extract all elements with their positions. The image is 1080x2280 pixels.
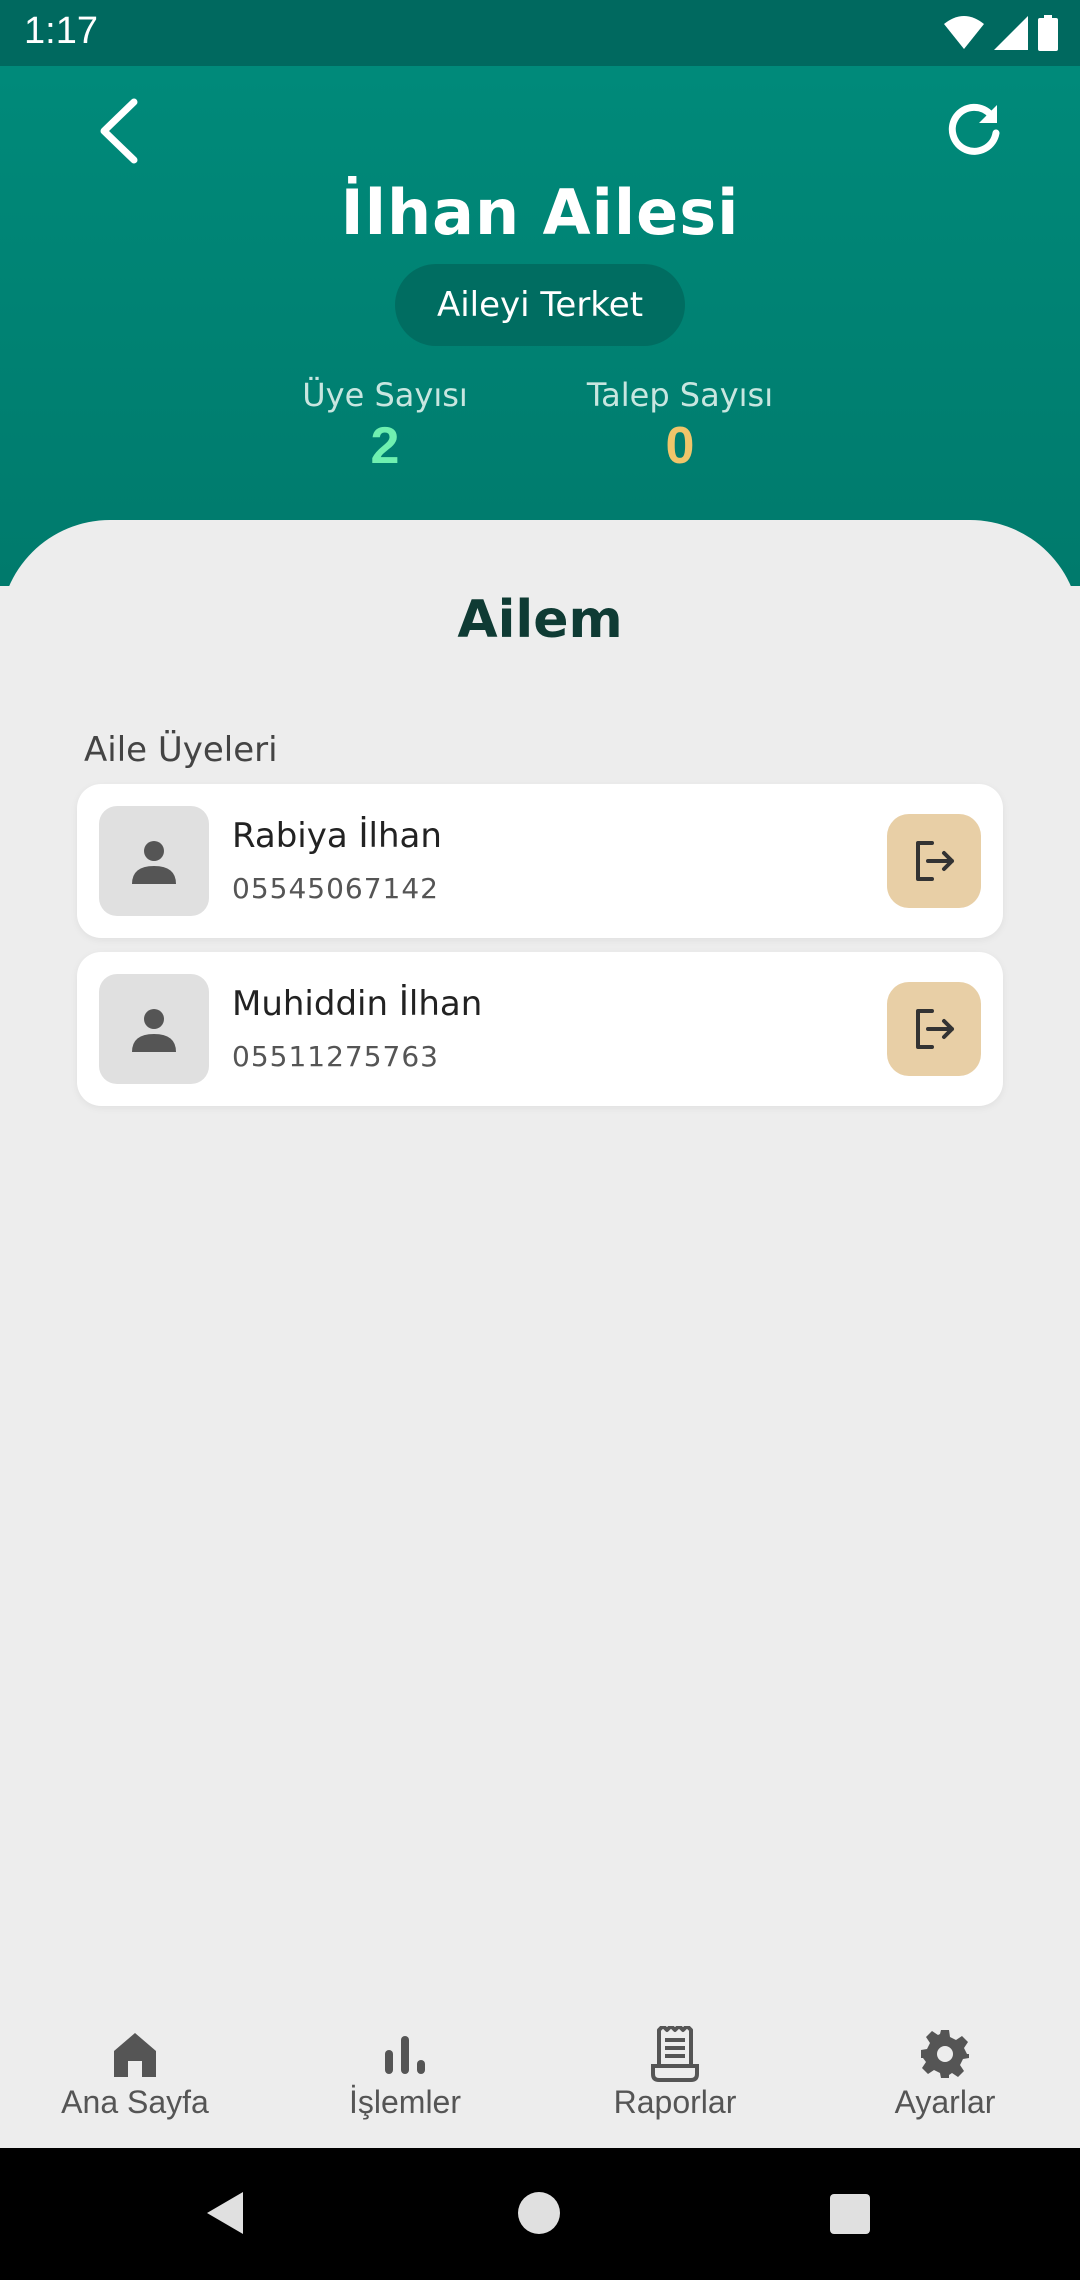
status-time: 1:17 bbox=[24, 10, 98, 52]
member-name: Rabiya İlhan bbox=[232, 816, 442, 856]
bar-chart-icon bbox=[383, 2026, 427, 2082]
app-screen: 1:17 İlhan Ailesi Aileyi Terket Üye Sayı… bbox=[0, 0, 1080, 2280]
bottom-navigation: Ana Sayfa İşlemler Raporlar Ayarlar bbox=[0, 2000, 1080, 2148]
back-button[interactable] bbox=[82, 86, 154, 176]
nav-item-transactions[interactable]: İşlemler bbox=[270, 2000, 540, 2148]
members-list-label: Aile Üyeleri bbox=[84, 730, 278, 770]
member-phone: 05545067142 bbox=[232, 872, 439, 905]
member-count-stat: Üye Sayısı 2 bbox=[285, 376, 485, 476]
nav-label-transactions: İşlemler bbox=[348, 2084, 461, 2120]
nav-item-settings[interactable]: Ayarlar bbox=[810, 2000, 1080, 2148]
system-back-button[interactable] bbox=[205, 2190, 245, 2240]
avatar bbox=[99, 806, 209, 916]
member-phone: 05511275763 bbox=[232, 1040, 439, 1073]
nav-item-home[interactable]: Ana Sayfa bbox=[0, 2000, 270, 2148]
gear-icon bbox=[919, 2026, 971, 2082]
remove-member-button[interactable] bbox=[887, 814, 981, 908]
refresh-button[interactable] bbox=[938, 94, 1010, 166]
nav-label-settings: Ayarlar bbox=[894, 2084, 996, 2120]
system-recents-button[interactable] bbox=[830, 2194, 870, 2234]
remove-member-button[interactable] bbox=[887, 982, 981, 1076]
content-panel: Ailem Aile Üyeleri Rabiya İlhan 05545067… bbox=[0, 520, 1080, 2148]
system-home-button[interactable] bbox=[518, 2192, 560, 2234]
refresh-icon bbox=[948, 103, 1000, 155]
nav-item-reports[interactable]: Raporlar bbox=[540, 2000, 810, 2148]
logout-icon bbox=[916, 841, 954, 881]
member-count-value: 2 bbox=[370, 417, 400, 475]
nav-label-reports: Raporlar bbox=[613, 2084, 737, 2120]
request-count-stat: Talep Sayısı 0 bbox=[565, 376, 795, 476]
chevron-left-icon bbox=[100, 98, 138, 164]
member-card[interactable]: Muhiddin İlhan 05511275763 bbox=[77, 952, 1003, 1106]
receipt-icon bbox=[649, 2026, 701, 2082]
avatar bbox=[99, 974, 209, 1084]
member-card[interactable]: Rabiya İlhan 05545067142 bbox=[77, 784, 1003, 938]
status-icons bbox=[944, 14, 1058, 52]
system-navigation-bar bbox=[0, 2148, 1080, 2280]
triangle-back-icon bbox=[207, 2192, 243, 2234]
member-name: Muhiddin İlhan bbox=[232, 984, 483, 1024]
section-title: Ailem bbox=[457, 590, 623, 650]
family-title: İlhan Ailesi bbox=[340, 176, 740, 249]
person-icon bbox=[132, 841, 176, 884]
nav-label-home: Ana Sayfa bbox=[61, 2084, 209, 2120]
logout-icon bbox=[916, 1009, 954, 1049]
wifi-icon bbox=[944, 16, 984, 49]
request-count-label: Talep Sayısı bbox=[586, 376, 774, 414]
person-icon bbox=[132, 1009, 176, 1052]
status-bar: 1:17 bbox=[0, 0, 1080, 66]
member-count-label: Üye Sayısı bbox=[302, 376, 468, 414]
family-header: İlhan Ailesi Aileyi Terket Üye Sayısı 2 … bbox=[0, 66, 1080, 586]
home-icon bbox=[110, 2026, 160, 2082]
signal-icon bbox=[994, 16, 1028, 50]
leave-family-button[interactable]: Aileyi Terket bbox=[395, 264, 685, 346]
request-count-value: 0 bbox=[665, 417, 695, 475]
battery-icon bbox=[1038, 15, 1058, 51]
